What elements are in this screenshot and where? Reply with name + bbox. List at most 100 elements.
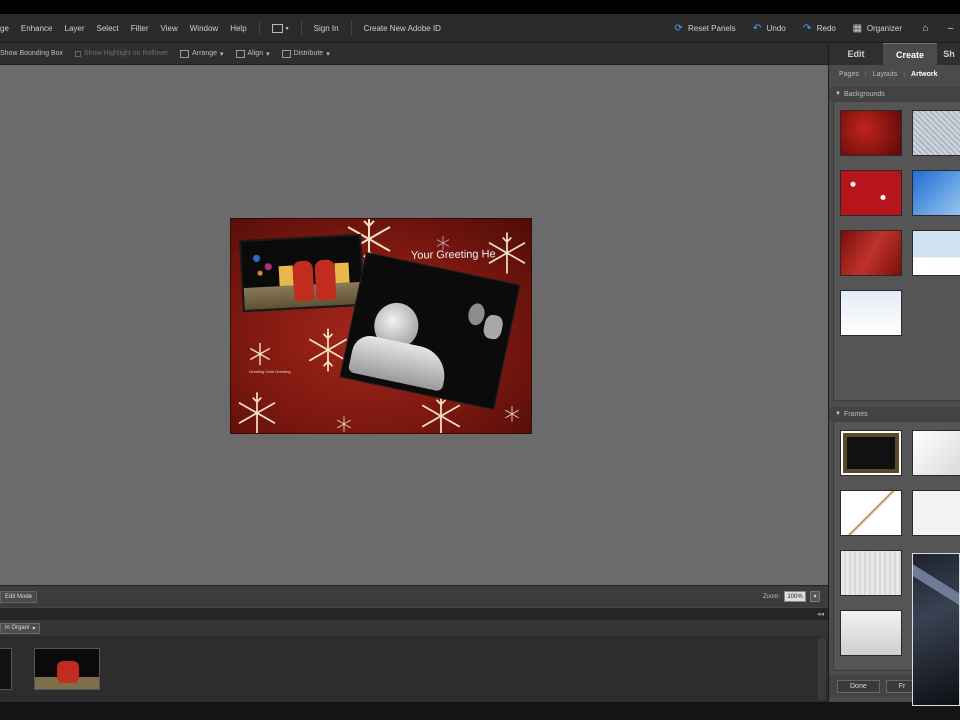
distribute-dropdown[interactable]: Distribute ▾	[276, 49, 336, 58]
workspace-icon	[271, 23, 283, 33]
frame-tile[interactable]	[840, 490, 902, 536]
mode-button[interactable]: Edit Mode	[0, 590, 38, 603]
zoom-control: Zoom: 100% ▾	[763, 591, 820, 602]
background-tile[interactable]	[840, 290, 902, 336]
menu-filter[interactable]: Filter	[125, 24, 155, 33]
redo-label: Redo	[816, 24, 836, 33]
subtab-artwork[interactable]: Artwork	[905, 71, 943, 78]
undo-button[interactable]: ↶ Undo	[744, 23, 794, 34]
organizer-label: Organizer	[866, 24, 902, 33]
frame-pattern	[843, 433, 899, 473]
zoom-input[interactable]: 100%	[784, 591, 806, 602]
arrange-dropdown[interactable]: Arrange ▾	[174, 49, 229, 58]
frame-tile[interactable]	[840, 430, 902, 476]
window-titlebar	[0, 0, 960, 14]
backgrounds-section-header[interactable]: ▼ Backgrounds	[829, 87, 960, 101]
tab-edit[interactable]: Edit	[829, 43, 883, 65]
backgrounds-label: Backgrounds	[843, 90, 885, 98]
minimize-icon: –	[947, 23, 954, 34]
tool-options-bar: Show Bounding Box Show Highlight on Roll…	[0, 43, 828, 65]
menu-enhance[interactable]: Enhance	[15, 24, 59, 33]
menu-select[interactable]: Select	[91, 24, 125, 33]
drag-preview-image	[912, 553, 960, 706]
santa-photo[interactable]	[239, 233, 365, 313]
align-label: Align	[247, 50, 264, 57]
baby-body	[347, 332, 450, 392]
taskbar-strip	[0, 702, 960, 720]
santa-figure	[292, 260, 315, 302]
frame-tile[interactable]	[912, 490, 960, 536]
tab-create[interactable]: Create	[883, 43, 937, 65]
zoom-label: Zoom:	[762, 593, 780, 600]
menu-layer[interactable]: Layer	[59, 24, 91, 33]
backgrounds-grid	[833, 101, 960, 401]
preview-stripe	[913, 563, 959, 615]
frames-section-header[interactable]: ▼ Frames	[829, 407, 960, 421]
subtab-layouts[interactable]: Layouts	[867, 71, 904, 78]
candle-left	[278, 265, 294, 287]
background-tile[interactable]	[840, 110, 902, 156]
show-bounding-box-option[interactable]: Show Bounding Box	[0, 50, 69, 57]
frame-tile[interactable]	[840, 550, 902, 596]
chevron-down-icon: ▾	[326, 50, 330, 58]
snowflake-icon	[505, 406, 519, 422]
arrange-label: Arrange	[192, 50, 217, 57]
background-tile[interactable]	[840, 170, 902, 216]
triangle-down-icon: ▼	[835, 91, 841, 97]
menu-view[interactable]: View	[155, 24, 184, 33]
subtab-pages[interactable]: Pages	[829, 71, 865, 78]
redo-button[interactable]: ↷ Redo	[794, 23, 844, 34]
menu-bar: ge Enhance Layer Select Filter View Wind…	[0, 14, 960, 43]
checkbox-icon	[75, 50, 82, 57]
bin-thumbnail[interactable]	[0, 648, 12, 690]
bokeh-lights	[247, 248, 278, 280]
status-bar: Edit Mode Zoom: 100% ▾	[0, 585, 828, 607]
reset-panels-label: Reset Panels	[688, 24, 736, 33]
organizer-icon: ▦	[852, 23, 863, 34]
frame-tile[interactable]	[840, 610, 902, 656]
menu-image[interactable]: ge	[0, 24, 15, 33]
toolbar-actions: ⟳ Reset Panels ↶ Undo ↷ Redo ▦ Organizer…	[665, 14, 960, 43]
bin-thumbnail[interactable]	[34, 648, 100, 690]
panel-subtabs: Pages | Layouts | Artwork	[829, 65, 960, 83]
project-bin	[0, 636, 828, 702]
ornament	[466, 301, 487, 327]
distribute-icon	[281, 49, 291, 58]
bin-divider[interactable]: ◂◂	[0, 607, 828, 620]
home-icon: ⌂	[922, 23, 929, 34]
ornament	[481, 313, 505, 341]
frame-tile[interactable]	[912, 430, 960, 476]
menu-separator	[258, 21, 260, 35]
sign-in-link[interactable]: Sign In	[308, 24, 345, 33]
greeting-text[interactable]: Your Greeting He	[411, 248, 496, 261]
reset-panels-button[interactable]: ⟳ Reset Panels	[665, 23, 744, 34]
background-tile[interactable]	[840, 230, 902, 276]
bin-scrollbar[interactable]	[818, 638, 826, 700]
workspace-menu-button[interactable]: ▾	[266, 23, 295, 33]
document-canvas[interactable]: Your Greeting He Greeting Card Greeting	[0, 65, 828, 585]
zoom-dropdown-button[interactable]: ▾	[810, 591, 820, 602]
background-tile[interactable]	[912, 230, 960, 276]
chevron-down-icon: ▾	[285, 25, 289, 32]
show-bounding-box-label: Show Bounding Box	[0, 50, 64, 57]
menu-window[interactable]: Window	[184, 24, 224, 33]
tab-share[interactable]: Sh	[937, 43, 960, 65]
align-icon	[235, 49, 245, 58]
align-dropdown[interactable]: Align ▾	[230, 49, 276, 58]
show-highlight-option[interactable]: Show Highlight on Rollover	[69, 50, 174, 57]
chevron-down-icon: ▾	[32, 625, 36, 632]
chevron-down-icon: ▾	[813, 594, 817, 600]
done-button[interactable]: Done	[837, 679, 880, 693]
card-caption: Greeting Card Greeting	[249, 369, 291, 374]
show-files-label: in Organi	[5, 625, 30, 631]
background-tile[interactable]	[912, 110, 960, 156]
window-controls[interactable]: –	[941, 23, 960, 34]
create-adobe-id-link[interactable]: Create New Adobe ID	[358, 24, 447, 33]
organizer-button[interactable]: ▦ Organizer	[844, 23, 910, 34]
background-tile[interactable]	[912, 170, 960, 216]
show-files-dropdown[interactable]: in Organi ▾	[0, 622, 41, 634]
greeting-card-image[interactable]: Your Greeting He Greeting Card Greeting	[230, 218, 532, 434]
collapse-icon[interactable]: ◂◂	[817, 610, 824, 618]
menu-help[interactable]: Help	[224, 24, 252, 33]
home-button[interactable]: ⌂	[910, 23, 941, 34]
